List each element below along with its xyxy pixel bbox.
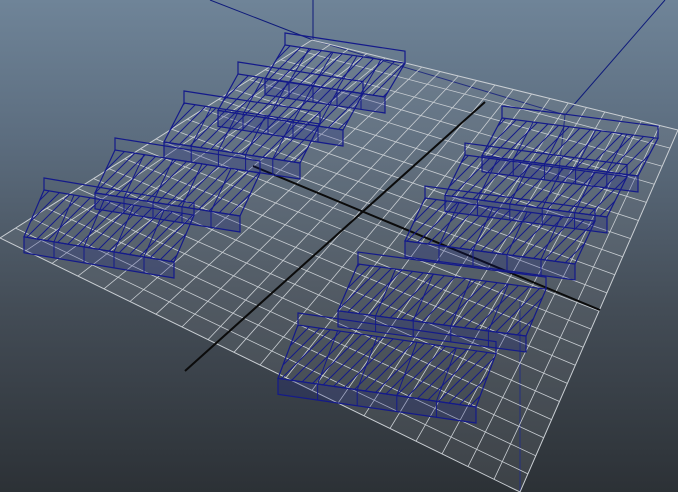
- viewport-scene[interactable]: [0, 0, 678, 492]
- 3d-viewport[interactable]: [0, 0, 678, 492]
